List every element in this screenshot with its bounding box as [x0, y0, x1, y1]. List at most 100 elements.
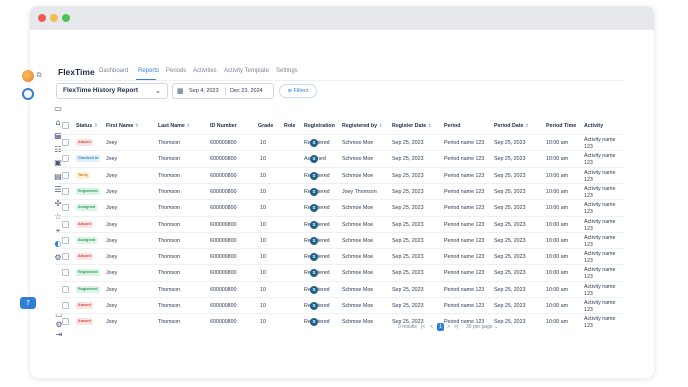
tab-activity-template[interactable]: Activity Template: [224, 68, 269, 74]
cell-id: 600000800: [210, 254, 237, 261]
tab-reports[interactable]: Reports: [138, 68, 159, 74]
col-role[interactable]: Role: [284, 123, 295, 129]
table-row[interactable]: AbsentJoeyThomson60000080010RegisteredSc…: [56, 313, 624, 329]
help-button[interactable]: ?: [20, 297, 36, 309]
col-status[interactable]: Status ⇕: [76, 123, 98, 129]
table-row[interactable]: RegisteredJoeyThomson60000080010Register…: [56, 264, 624, 280]
profile-icon[interactable]: [22, 88, 34, 100]
cell-first: Joey: [106, 303, 118, 309]
select-all-checkbox[interactable]: [62, 122, 69, 129]
cell-period-date: Sep 25, 2023: [494, 237, 526, 244]
cell-period: Period name 123: [444, 188, 485, 195]
row-checkbox[interactable]: [62, 269, 69, 277]
row-checkbox[interactable]: [62, 187, 69, 195]
col-period[interactable]: Period: [444, 123, 460, 129]
row-checkbox[interactable]: [62, 155, 69, 163]
cell-period-date: Sep 25, 2023: [494, 270, 526, 277]
close-window-button[interactable]: [38, 14, 46, 22]
col-first-name[interactable]: First Name ⇕: [106, 123, 139, 129]
calendar-icon: ▦: [177, 87, 184, 95]
tab-periods[interactable]: Periods: [166, 68, 186, 74]
col-period-date[interactable]: Period Date ⇕: [494, 123, 529, 129]
cell-by: Schmoe Moe: [342, 303, 374, 309]
cell-reg-date: Sep 25, 2023: [392, 188, 424, 195]
tab-dashboard[interactable]: Dashboard: [99, 68, 128, 74]
per-page-select[interactable]: 30 per page ⌄: [466, 324, 498, 330]
table-row[interactable]: AbsentJoeyThomson60000080010RegisteredSc…: [56, 248, 624, 264]
cell-period-date: Sep 25, 2023: [494, 172, 526, 179]
next-page-button[interactable]: >: [447, 324, 450, 330]
app-logo: [22, 70, 34, 82]
col-grade[interactable]: Grade: [258, 123, 273, 129]
row-checkbox[interactable]: [62, 236, 69, 244]
col-id-number[interactable]: ID Number: [210, 123, 237, 129]
table-row[interactable]: AbsentJoeyThomson60000080010RegisteredSc…: [56, 134, 624, 150]
cell-activity: Activity name 123: [584, 267, 616, 281]
filters-button[interactable]: ≡ Filters: [279, 84, 317, 98]
cell-activity: Activity name 123: [584, 234, 616, 248]
cell-by: Schmoe Moe: [342, 286, 374, 293]
cell-period: Period name 123: [444, 172, 485, 179]
cell-last: Thomson: [158, 188, 181, 195]
tab-activities[interactable]: Activities: [193, 68, 217, 74]
cell-first: Joey: [106, 237, 118, 244]
sidebar-collapse-icon[interactable]: ⧉: [34, 70, 44, 80]
report-select[interactable]: FlexTime History Report ⌄: [56, 83, 168, 99]
row-checkbox[interactable]: [62, 318, 69, 326]
status-badge: Absent: [76, 318, 93, 326]
row-checkbox[interactable]: [62, 302, 69, 309]
chevron-down-icon: ⌄: [494, 324, 499, 330]
cell-grade: 10: [260, 172, 266, 179]
role-badge: S: [310, 302, 318, 310]
chevron-down-icon: ⌄: [155, 87, 161, 95]
cell-period-date: Sep 25, 2023: [494, 319, 526, 326]
cell-period: Period name 123: [444, 270, 485, 277]
table-row[interactable]: Checked inJoeyThomson60000080010Assigned…: [56, 150, 624, 166]
video-icon[interactable]: ▭: [53, 104, 63, 114]
sort-icon: ⇕: [134, 123, 140, 129]
col-activity[interactable]: Activity: [584, 123, 603, 129]
cell-first: Joey: [106, 156, 118, 163]
logout-icon[interactable]: ⇥: [54, 330, 64, 340]
cell-reg-date: Sep 25, 2023: [392, 172, 424, 179]
prev-page-button[interactable]: <: [430, 324, 433, 330]
row-checkbox[interactable]: [62, 253, 69, 261]
row-checkbox[interactable]: [62, 171, 69, 179]
row-checkbox[interactable]: [62, 220, 69, 228]
cell-first: Joey: [106, 286, 118, 293]
cell-id: 600000800: [210, 221, 237, 228]
cell-activity: Activity name 123: [584, 202, 616, 216]
cell-first: Joey: [106, 205, 118, 212]
current-page[interactable]: 1: [437, 323, 444, 331]
table-row[interactable]: RegisteredJoeyThomson60000080010Register…: [56, 280, 624, 297]
row-checkbox[interactable]: [62, 204, 69, 212]
col-register-date[interactable]: Register Date ⇕: [392, 123, 432, 129]
row-checkbox[interactable]: [62, 285, 69, 293]
last-page-button[interactable]: >|: [454, 324, 458, 330]
cell-grade: 10: [260, 270, 266, 277]
table-row[interactable]: AssignedJoeyThomson60000080010Registered…: [56, 231, 624, 248]
date-range-picker[interactable]: ▦ Sep 4, 2023 Dec 23, 2024: [172, 83, 274, 99]
row-checkbox[interactable]: [62, 139, 69, 146]
tab-settings[interactable]: Settings: [276, 68, 298, 74]
cell-time: 10:00 am: [546, 188, 569, 195]
status-badge: Assigned: [76, 236, 98, 244]
table-row[interactable]: AssignedJoeyThomson60000080010Registered…: [56, 199, 624, 215]
col-registration[interactable]: Registration: [304, 123, 335, 129]
date-separator: [225, 87, 226, 95]
table-row[interactable]: TardyJoeyThomson60000080010RegisteredSch…: [56, 166, 624, 183]
date-start: Sep 4, 2023: [189, 88, 219, 94]
cell-time: 10:00 am: [546, 254, 569, 261]
col-period-time[interactable]: Period Time: [546, 123, 576, 129]
minimize-window-button[interactable]: [50, 14, 58, 22]
cell-time: 10:00 am: [546, 270, 569, 277]
table-row[interactable]: AbsentJoeyThomson60000080010RegisteredSc…: [56, 215, 624, 232]
col-registered-by[interactable]: Registered by ⇕: [342, 123, 383, 129]
col-last-name[interactable]: Last Name ⇕: [158, 123, 190, 129]
first-page-button[interactable]: |<: [421, 324, 425, 330]
table-row[interactable]: RegisteredJoeyThomson60000080010Register…: [56, 182, 624, 199]
cell-period-date: Sep 25, 2023: [494, 205, 526, 212]
maximize-window-button[interactable]: [62, 14, 70, 22]
status-badge: Registered: [76, 285, 100, 293]
table-row[interactable]: AbsentJoeyThomson60000080010RegisteredSc…: [56, 297, 624, 313]
